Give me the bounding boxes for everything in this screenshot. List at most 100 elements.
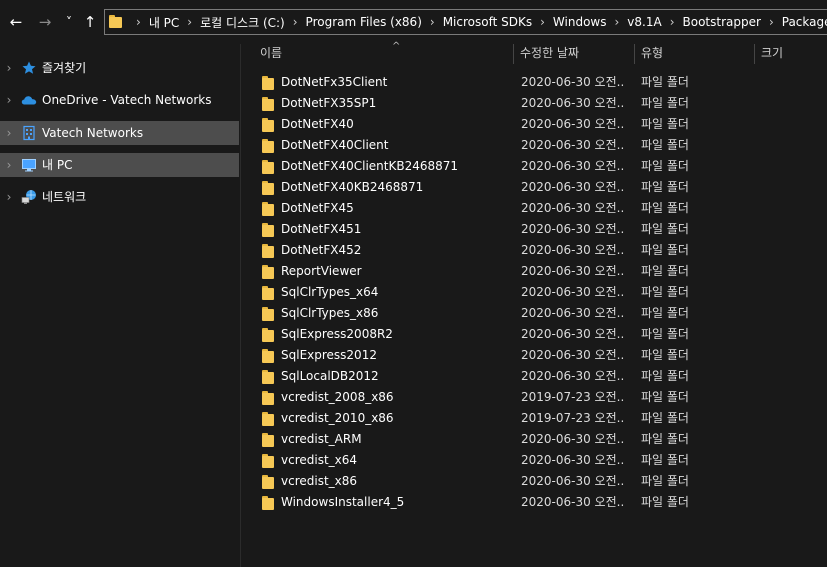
folder-icon — [262, 454, 274, 468]
list-item[interactable]: DotNetFX451 2020-06-30 오전... 파일 폴더 — [258, 219, 818, 240]
file-name: DotNetFx35Client — [281, 75, 388, 89]
sidebar-item-label: 네트워크 — [42, 190, 87, 204]
sidebar-item-quick-access[interactable]: › 즐겨찾기 — [0, 56, 239, 80]
file-type: 파일 폴더 — [641, 453, 689, 467]
file-name: vcredist_x86 — [281, 474, 358, 488]
sidebar-item-network[interactable]: › 네트워크 — [0, 185, 239, 209]
list-item[interactable]: vcredist_2008_x86 2019-07-23 오전... 파일 폴더 — [258, 387, 818, 408]
file-date: 2019-07-23 오전... — [521, 411, 625, 425]
up-button[interactable]: ↑ — [81, 12, 99, 32]
breadcrumb-local-disk[interactable]: 로컬 디스크 (C:) — [200, 14, 285, 31]
file-type: 파일 폴더 — [641, 327, 689, 341]
breadcrumb-separator-icon[interactable]: › — [769, 15, 774, 29]
breadcrumb-separator-icon[interactable]: › — [614, 15, 619, 29]
file-date: 2020-06-30 오전... — [521, 96, 625, 110]
list-item[interactable]: ReportViewer 2020-06-30 오전... 파일 폴더 — [258, 261, 818, 282]
list-item[interactable]: DotNetFX40Client 2020-06-30 오전... 파일 폴더 — [258, 135, 818, 156]
folder-icon — [262, 496, 274, 510]
file-type: 파일 폴더 — [641, 201, 689, 215]
folder-icon — [262, 181, 274, 195]
breadcrumb-separator-icon[interactable]: › — [293, 15, 298, 29]
file-type: 파일 폴더 — [641, 495, 689, 509]
chevron-right-icon[interactable]: › — [4, 125, 14, 141]
file-name: DotNetFX40KB2468871 — [281, 180, 424, 194]
file-date: 2020-06-30 오전... — [521, 180, 625, 194]
chevron-right-icon[interactable]: › — [4, 60, 14, 76]
sidebar-item-label: Vatech Networks — [42, 126, 144, 140]
chevron-right-icon[interactable]: › — [4, 92, 14, 108]
column-header-name[interactable]: 이름 ^ — [254, 41, 512, 64]
file-name: DotNetFX40 — [281, 117, 354, 131]
breadcrumb-version[interactable]: v8.1A — [627, 15, 661, 29]
list-item[interactable]: DotNetFX45 2020-06-30 오전... 파일 폴더 — [258, 198, 818, 219]
column-header-date[interactable]: 수정한 날짜 — [514, 44, 634, 64]
list-item[interactable]: SqlExpress2008R2 2020-06-30 오전... 파일 폴더 — [258, 324, 818, 345]
forward-arrow-icon: → — [38, 13, 52, 31]
list-item[interactable]: DotNetFX452 2020-06-30 오전... 파일 폴더 — [258, 240, 818, 261]
sidebar-item-onedrive[interactable]: › OneDrive - Vatech Networks — [0, 88, 239, 112]
breadcrumb-windows[interactable]: Windows — [553, 15, 607, 29]
breadcrumb-separator-icon[interactable]: › — [187, 15, 192, 29]
file-name: DotNetFX40ClientKB2468871 — [281, 159, 459, 173]
chevron-right-icon[interactable]: › — [4, 157, 14, 173]
list-item[interactable]: DotNetFX40KB2468871 2020-06-30 오전... 파일 … — [258, 177, 818, 198]
forward-button[interactable]: → — [36, 12, 54, 32]
list-item[interactable]: SqlExpress2012 2020-06-30 오전... 파일 폴더 — [258, 345, 818, 366]
recent-locations-button[interactable]: ˅ — [60, 12, 78, 32]
breadcrumb-packages[interactable]: Packages — [782, 15, 827, 29]
file-type: 파일 폴더 — [641, 222, 689, 236]
file-date: 2020-06-30 오전... — [521, 159, 625, 173]
folder-icon — [262, 328, 274, 342]
column-header-type[interactable]: 유형 — [635, 44, 754, 64]
list-item[interactable]: SqlClrTypes_x64 2020-06-30 오전... 파일 폴더 — [258, 282, 818, 303]
column-header-label: 크기 — [761, 46, 784, 60]
breadcrumb-separator-icon[interactable]: › — [540, 15, 545, 29]
folder-icon — [262, 391, 274, 405]
navigation-bar: ← → ˅ ↑ › 내 PC › 로컬 디스크 (C:) › Program F… — [0, 0, 827, 44]
list-item[interactable]: WindowsInstaller4_5 2020-06-30 오전... 파일 … — [258, 492, 818, 513]
file-date: 2020-06-30 오전... — [521, 243, 625, 257]
breadcrumb-microsoft-sdks[interactable]: Microsoft SDKs — [443, 15, 532, 29]
chevron-right-icon[interactable]: › — [4, 189, 14, 205]
file-date: 2020-06-30 오전... — [521, 432, 625, 446]
file-date: 2020-06-30 오전... — [521, 138, 625, 152]
sidebar-item-my-pc[interactable]: › 내 PC — [0, 153, 239, 177]
list-item[interactable]: SqlLocalDB2012 2020-06-30 오전... 파일 폴더 — [258, 366, 818, 387]
breadcrumb-separator-icon[interactable]: › — [136, 15, 141, 29]
list-item[interactable]: vcredist_x64 2020-06-30 오전... 파일 폴더 — [258, 450, 818, 471]
list-item[interactable]: DotNetFX35SP1 2020-06-30 오전... 파일 폴더 — [258, 93, 818, 114]
file-name: SqlLocalDB2012 — [281, 369, 379, 383]
folder-icon — [262, 97, 274, 111]
list-item[interactable]: SqlClrTypes_x86 2020-06-30 오전... 파일 폴더 — [258, 303, 818, 324]
breadcrumb-separator-icon[interactable]: › — [670, 15, 675, 29]
sidebar-item-vatech-networks[interactable]: › Vatech Networks — [0, 121, 239, 145]
file-name: DotNetFX35SP1 — [281, 96, 377, 110]
column-header-label: 유형 — [641, 46, 664, 60]
file-type: 파일 폴더 — [641, 117, 689, 131]
list-item[interactable]: DotNetFX40ClientKB2468871 2020-06-30 오전.… — [258, 156, 818, 177]
list-item[interactable]: vcredist_ARM 2020-06-30 오전... 파일 폴더 — [258, 429, 818, 450]
list-item[interactable]: vcredist_x86 2020-06-30 오전... 파일 폴더 — [258, 471, 818, 492]
breadcrumb-bootstrapper[interactable]: Bootstrapper — [683, 15, 761, 29]
file-type: 파일 폴더 — [641, 411, 689, 425]
breadcrumb-program-files[interactable]: Program Files (x86) — [306, 15, 422, 29]
column-header-label: 수정한 날짜 — [520, 46, 580, 60]
file-date: 2020-06-30 오전... — [521, 117, 625, 131]
breadcrumb-separator-icon[interactable]: › — [430, 15, 435, 29]
address-bar[interactable]: › 내 PC › 로컬 디스크 (C:) › Program Files (x8… — [104, 9, 827, 35]
list-item[interactable]: DotNetFx35Client 2020-06-30 오전... 파일 폴더 — [258, 72, 818, 93]
file-name: SqlExpress2012 — [281, 348, 377, 362]
file-date: 2020-06-30 오전... — [521, 327, 625, 341]
file-name: vcredist_x64 — [281, 453, 358, 467]
back-button[interactable]: ← — [7, 12, 25, 32]
file-type: 파일 폴더 — [641, 75, 689, 89]
folder-icon — [262, 244, 274, 258]
star-icon — [21, 60, 37, 76]
file-date: 2020-06-30 오전... — [521, 369, 625, 383]
column-header-size[interactable]: 크기 — [755, 44, 827, 64]
breadcrumb-my-pc[interactable]: 내 PC — [149, 14, 179, 31]
folder-icon — [262, 286, 274, 300]
list-item[interactable]: vcredist_2010_x86 2019-07-23 오전... 파일 폴더 — [258, 408, 818, 429]
file-name: SqlClrTypes_x86 — [281, 306, 379, 320]
list-item[interactable]: DotNetFX40 2020-06-30 오전... 파일 폴더 — [258, 114, 818, 135]
